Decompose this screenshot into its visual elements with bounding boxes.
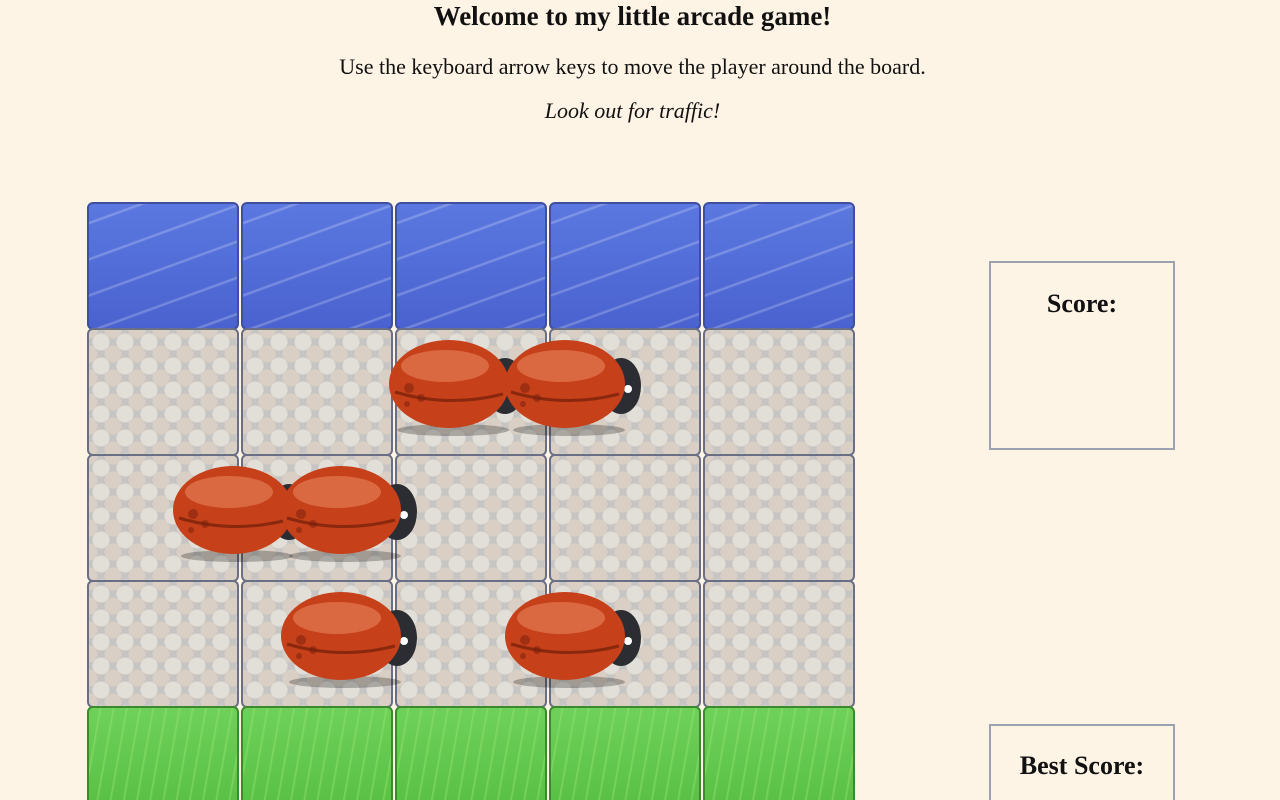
stone-tile	[549, 454, 701, 582]
score-label: Score:	[1046, 289, 1118, 318]
enemy-bug	[279, 460, 419, 566]
water-tile	[703, 202, 855, 330]
grass-tile	[87, 706, 239, 800]
game-board[interactable]	[87, 202, 859, 800]
enemy-bug	[279, 586, 419, 692]
stone-tile	[87, 328, 239, 456]
water-tile	[395, 202, 547, 330]
stone-tile	[703, 328, 855, 456]
grass-tile	[395, 706, 547, 800]
water-tile	[87, 202, 239, 330]
best-score-label: Best Score:	[1019, 751, 1145, 780]
page-title: Welcome to my little arcade game!	[433, 1, 832, 31]
enemy-bug	[503, 334, 643, 440]
instructions-text: Use the keyboard arrow keys to move the …	[339, 54, 926, 79]
grass-tile	[703, 706, 855, 800]
best-score-panel: Best Score:	[989, 724, 1175, 800]
stone-tile	[703, 454, 855, 582]
game-page: Welcome to my little arcade game! Use th…	[0, 0, 1280, 800]
water-tile	[241, 202, 393, 330]
grass-tile	[241, 706, 393, 800]
grass-tile	[549, 706, 701, 800]
warning-text: Look out for traffic!	[544, 98, 721, 123]
stone-tile	[241, 328, 393, 456]
stone-tile	[703, 580, 855, 708]
stone-tile	[87, 580, 239, 708]
water-tile	[549, 202, 701, 330]
score-panel: Score:	[989, 261, 1175, 450]
enemy-bug	[503, 586, 643, 692]
